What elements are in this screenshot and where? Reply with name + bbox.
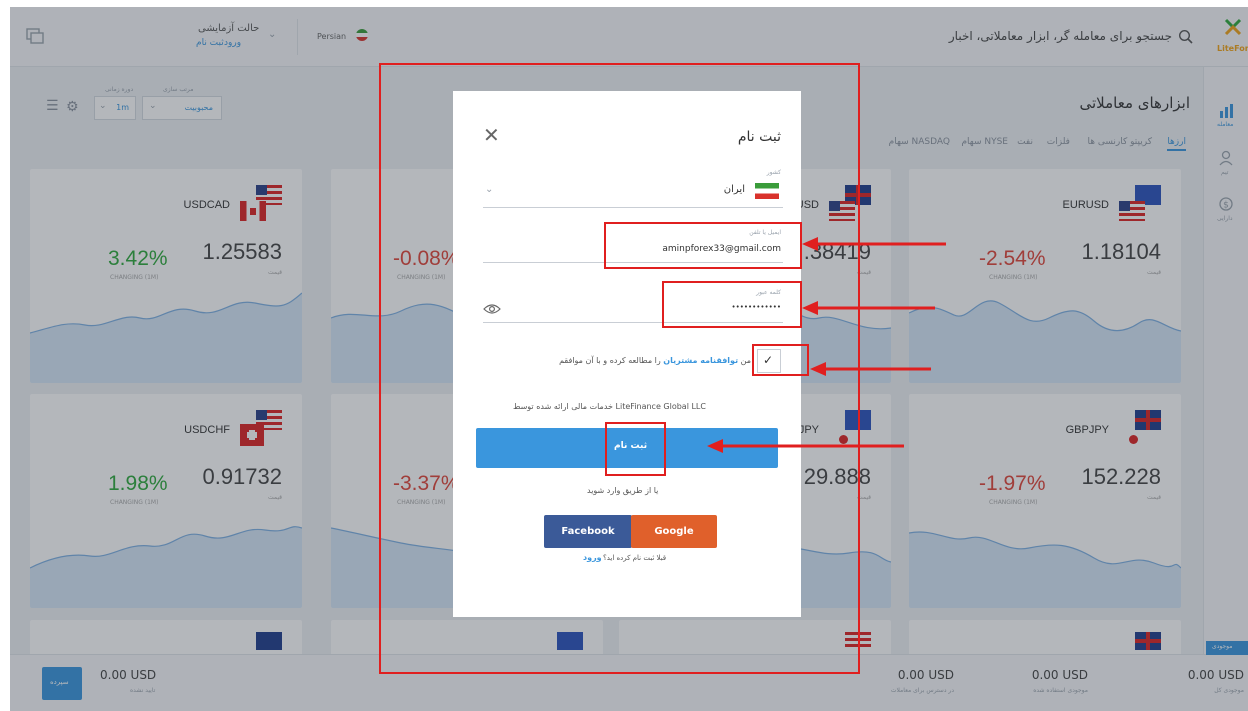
annotation-arrow-submit bbox=[707, 439, 904, 453]
annotation-email-box bbox=[604, 222, 802, 269]
annotation-submit-box bbox=[605, 422, 666, 476]
annotation-arrow-email bbox=[802, 237, 946, 251]
annotation-arrow-checkbox bbox=[810, 362, 931, 376]
annotation-arrow-password bbox=[802, 301, 935, 315]
annotation-checkbox-box bbox=[752, 344, 809, 376]
annotation-password-box bbox=[662, 281, 802, 328]
